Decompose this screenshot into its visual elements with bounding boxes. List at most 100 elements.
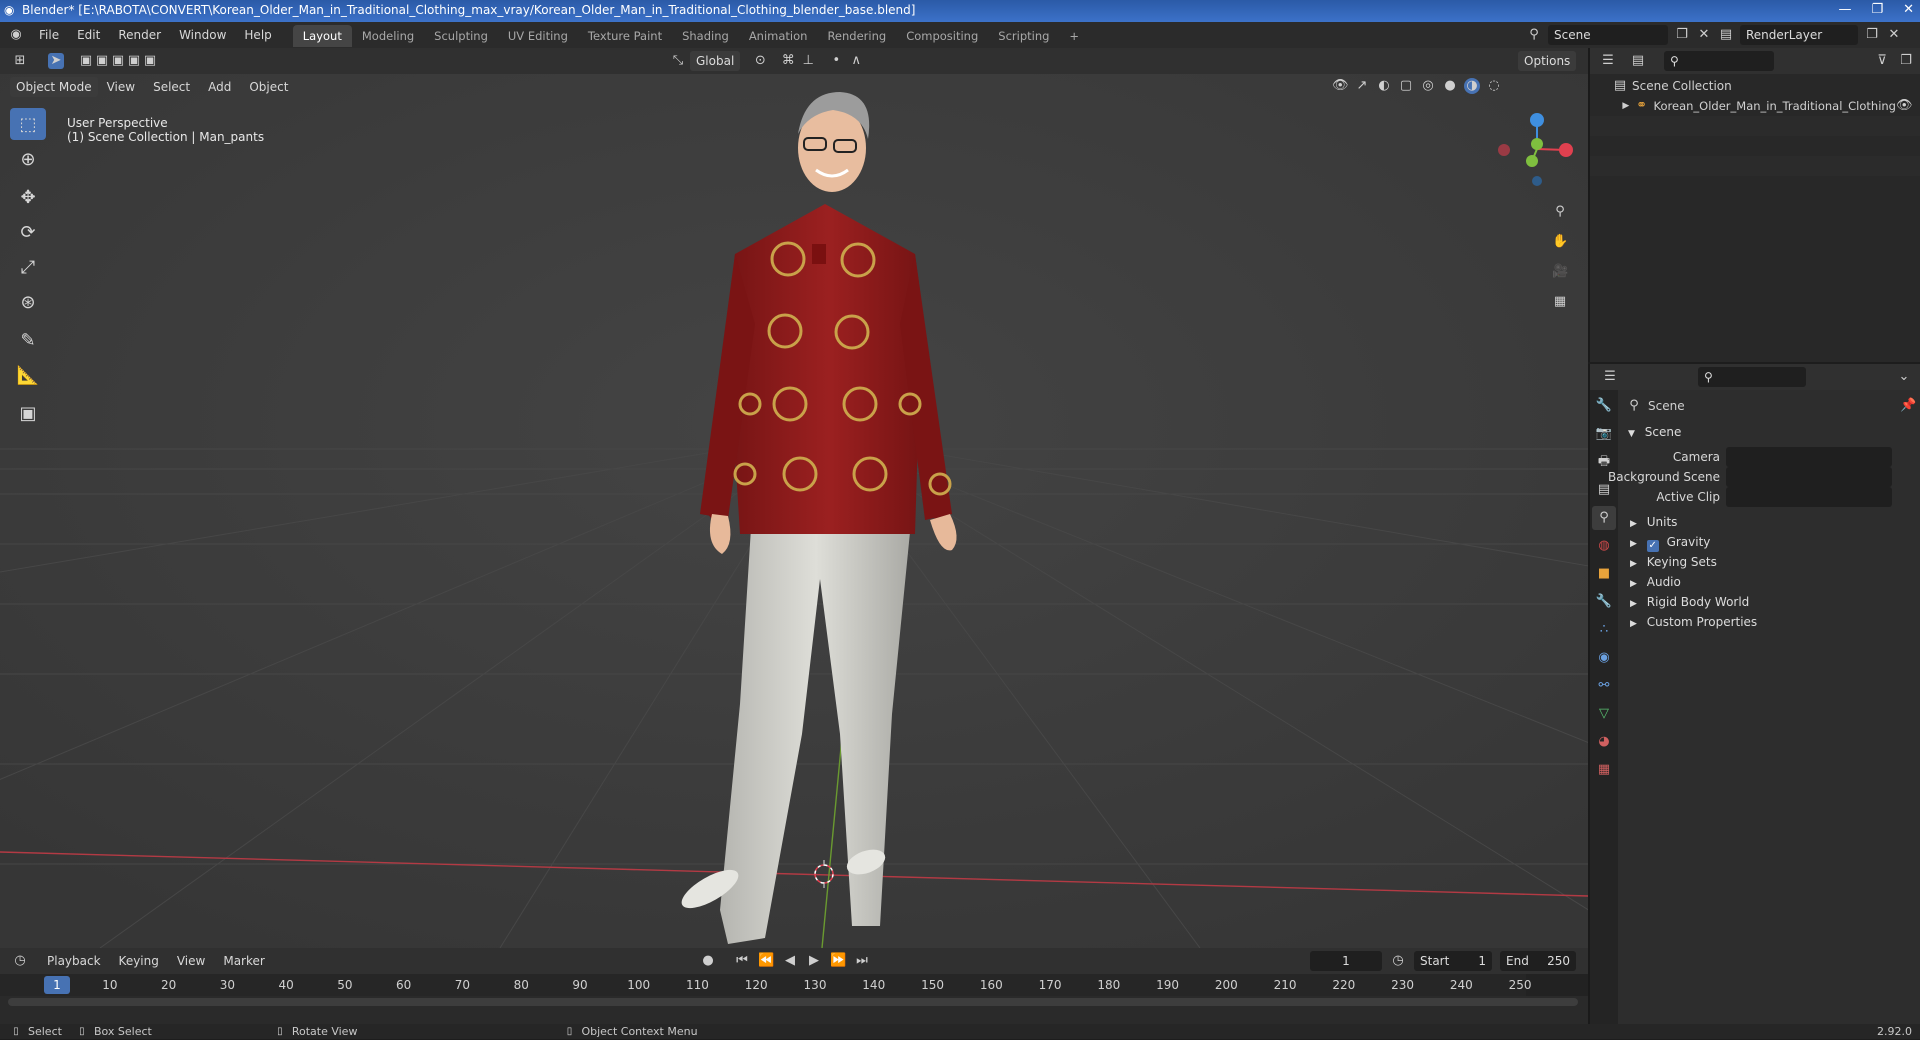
visibility-eye-icon[interactable]: 👁 [1896,98,1913,114]
transform-tool-icon[interactable]: ⊛ [10,286,46,318]
new-layer-icon[interactable]: ❐ [1864,27,1880,43]
display-mode-icon[interactable]: ▤ [1630,53,1646,69]
timeline-scrollbar[interactable] [8,998,1578,1006]
select-mode-invert-icon[interactable]: ▣ [126,53,142,69]
properties-search-input[interactable]: ⚲ [1698,367,1806,387]
select-mode-new-icon[interactable]: ▣ [78,53,94,69]
menu-render[interactable]: Render [109,22,170,48]
outliner-search-input[interactable]: ⚲ [1664,51,1774,71]
scene-tab-icon[interactable]: ⚲ [1592,506,1616,530]
play-reverse-icon[interactable]: ◀ [782,953,798,969]
renderlayer-field[interactable]: RenderLayer [1740,25,1858,45]
prev-keyframe-icon[interactable]: ⏪ [758,953,774,969]
scene-field[interactable]: Scene [1548,25,1668,45]
frame-ruler[interactable]: 1 10 20 30 40 50 60 70 80 90 100 110 120 130 140 150 160… [0,974,1588,996]
particles-tab-icon[interactable]: ∴ [1592,618,1616,642]
proportional-edit-icon[interactable]: • [828,53,844,69]
units-panel[interactable]: ▶ Units [1630,512,1677,532]
properties-options-icon[interactable]: ⌄ [1896,369,1912,385]
rotate-tool-icon[interactable]: ⟳ [10,216,46,248]
current-frame-field[interactable]: 1 [1310,951,1382,971]
menu-help[interactable]: Help [235,22,280,48]
physics-tab-icon[interactable]: ◉ [1592,646,1616,670]
tab-animation[interactable]: Animation [739,25,818,47]
scene-selector-icon[interactable]: ⚲ [1526,27,1542,43]
viewport-menu-view[interactable]: View [98,76,144,98]
blender-menu-icon[interactable]: ◉ [8,27,24,43]
camera-field[interactable] [1726,447,1892,467]
maximize-icon[interactable]: ❐ [1871,2,1883,17]
timeline-menu-view[interactable]: View [168,948,214,974]
gizmo-toggle-icon[interactable]: ↗ [1354,78,1370,94]
orientation-dropdown[interactable]: Global [690,51,741,71]
modifier-tab-icon[interactable]: 🔧 [1592,590,1616,614]
select-mode-intersect-icon[interactable]: ▣ [142,53,158,69]
pivot-point-icon[interactable]: ⊙ [752,53,768,69]
pin-icon[interactable]: 📌 [1900,398,1916,414]
add-workspace-button[interactable]: + [1059,25,1089,47]
viewport-menu-object[interactable]: Object [240,76,297,98]
annotate-tool-icon[interactable]: ✎ [10,324,46,356]
select-mode-extend-icon[interactable]: ▣ [94,53,110,69]
tab-layout[interactable]: Layout [292,25,352,47]
outliner-row-scene-collection[interactable]: ▤ Scene Collection [1590,76,1920,96]
end-frame-field[interactable]: End 250 [1500,951,1576,971]
cursor-tool-icon[interactable]: ⊕ [10,143,46,175]
renderlayer-icon[interactable]: ▤ [1718,27,1734,43]
scale-tool-icon[interactable]: ⤢ [10,251,46,283]
3d-viewport[interactable]: User Perspective (1) Scene Collection | … [0,74,1588,948]
timeline-menu-keying[interactable]: Keying [110,948,168,974]
solid-shading-icon[interactable]: ● [1442,78,1458,94]
constraints-tab-icon[interactable]: ⚯ [1592,674,1616,698]
tab-sculpting[interactable]: Sculpting [424,25,498,47]
background-scene-field[interactable] [1726,467,1892,487]
new-collection-icon[interactable]: ❐ [1898,53,1914,69]
material-shading-icon[interactable]: ◑ [1464,78,1480,94]
tab-rendering[interactable]: Rendering [817,25,896,47]
tab-compositing[interactable]: Compositing [896,25,988,47]
menu-edit[interactable]: Edit [68,22,109,48]
gravity-checkbox[interactable]: ✓ [1646,540,1659,552]
snap-target-icon[interactable]: ⊥ [800,53,816,69]
xray-icon[interactable]: ▢ [1398,78,1414,94]
menu-file[interactable]: File [30,22,68,48]
minimize-icon[interactable]: — [1838,2,1851,17]
tab-shading[interactable]: Shading [672,25,739,47]
tab-scripting[interactable]: Scripting [988,25,1059,47]
camera-view-icon[interactable]: 🎥 [1552,264,1568,280]
active-clip-field[interactable] [1726,487,1892,507]
timeline-menu-playback[interactable]: Playback [38,948,110,974]
jump-start-icon[interactable]: ⏮ [734,953,750,969]
tool-tab-icon[interactable]: 🔧 [1592,394,1616,418]
jump-end-icon[interactable]: ⏭ [854,953,870,969]
timeline-editor-icon[interactable]: ◷ [12,953,28,969]
viewport-menu-select[interactable]: Select [144,76,199,98]
select-box-tool-icon[interactable]: ⬚ [10,108,46,140]
record-icon[interactable]: ● [700,953,716,969]
delete-layer-icon[interactable]: ✕ [1886,27,1902,43]
select-mode-subtract-icon[interactable]: ▣ [110,53,126,69]
snap-icon[interactable]: ⌘ [780,53,796,69]
ortho-grid-icon[interactable]: ▦ [1552,294,1568,310]
wireframe-shading-icon[interactable]: ◎ [1420,78,1436,94]
gravity-panel[interactable]: ▶ ✓ Gravity [1630,532,1710,552]
tab-uv-editing[interactable]: UV Editing [498,25,578,47]
close-icon[interactable]: ✕ [1903,2,1914,17]
start-frame-field[interactable]: Start 1 [1414,951,1492,971]
move-tool-icon[interactable]: ✥ [10,181,46,213]
outliner-row-object[interactable]: ▶ ⚭ Korean_Older_Man_in_Traditional_Clot… [1590,96,1920,116]
rendered-shading-icon[interactable]: ◌ [1486,78,1502,94]
world-tab-icon[interactable]: ◍ [1592,534,1616,558]
custom-properties-panel[interactable]: ▶ Custom Properties [1630,612,1757,632]
object-mode-dropdown[interactable]: Object Mode [10,77,98,97]
scene-panel-header[interactable]: ▼ Scene [1628,422,1681,442]
new-scene-icon[interactable]: ❐ [1674,27,1690,43]
measure-tool-icon[interactable]: 📐 [10,359,46,391]
visibility-icon[interactable]: 👁 [1332,78,1349,94]
overlay-toggle-icon[interactable]: ◐ [1376,78,1392,94]
data-tab-icon[interactable]: ▽ [1592,702,1616,726]
editor-type-icon[interactable]: ⊞ [12,53,28,69]
pan-hand-icon[interactable]: ✋ [1552,234,1568,250]
tab-modeling[interactable]: Modeling [352,25,424,47]
delete-scene-icon[interactable]: ✕ [1696,27,1712,43]
